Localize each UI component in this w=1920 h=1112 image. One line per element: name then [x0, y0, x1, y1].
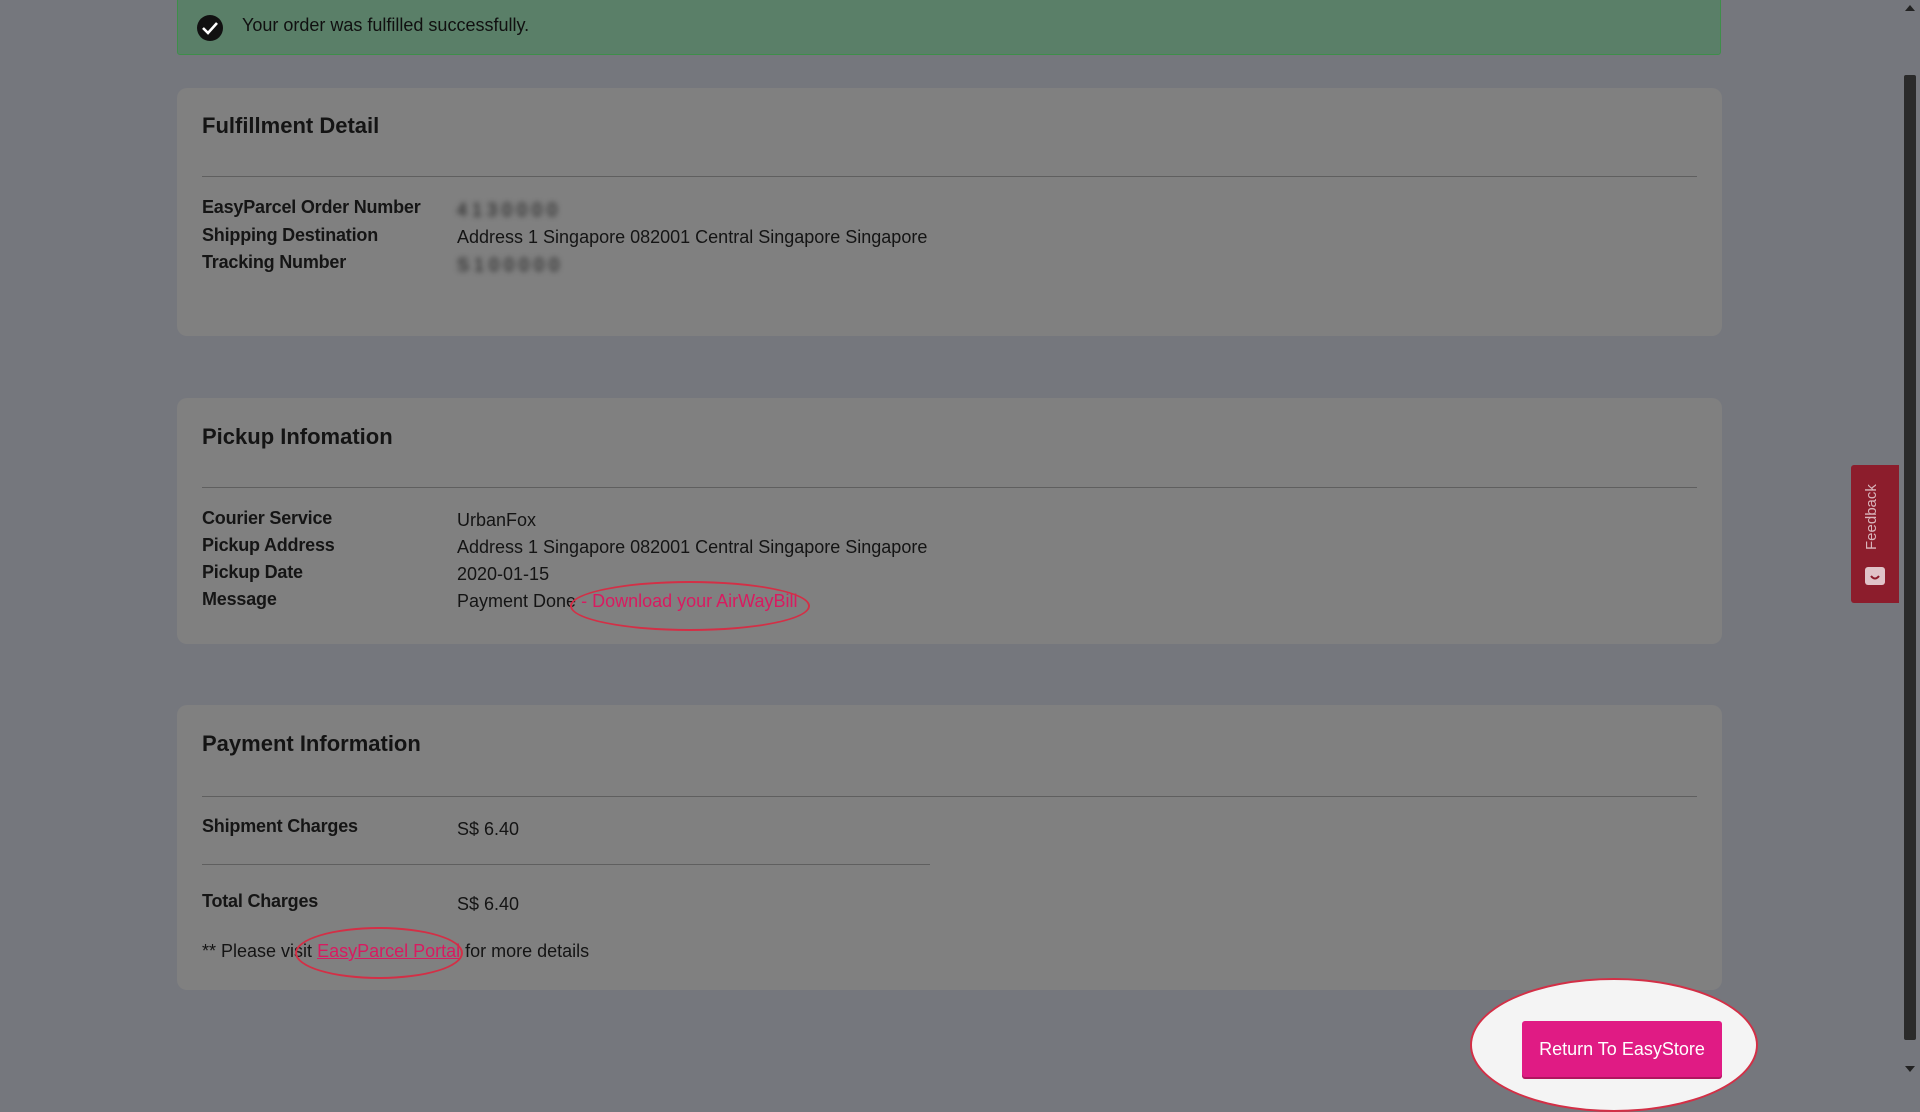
divider — [202, 487, 1697, 488]
pickup-card: Pickup Infomation Courier Service UrbanF… — [177, 398, 1722, 644]
scroll-up-arrow-icon[interactable] — [1905, 5, 1915, 11]
annotation-circle — [295, 927, 463, 979]
success-message: Your order was fulfilled successfully. — [242, 15, 530, 35]
pickup-title: Pickup Infomation — [202, 424, 393, 449]
feedback-tab[interactable]: Feedback — [1851, 465, 1899, 603]
check-circle-icon — [197, 15, 223, 41]
success-alert: Your order was fulfilled successfully. — [177, 0, 1721, 55]
divider — [202, 796, 1697, 797]
divider — [202, 176, 1697, 177]
scroll-down-arrow-icon[interactable] — [1905, 1066, 1915, 1072]
tracking-number-value: S 1 0 0 0 0 0 — [457, 255, 560, 275]
shipment-charges-label: Shipment Charges — [202, 816, 358, 836]
courier-service-label: Courier Service — [202, 508, 333, 528]
pickup-address-label: Pickup Address — [202, 535, 335, 555]
fulfillment-card: Fulfillment Detail EasyParcel Order Numb… — [177, 88, 1722, 336]
pickup-date-label: Pickup Date — [202, 562, 303, 582]
shipping-destination-label: Shipping Destination — [202, 225, 378, 245]
scrollbar-thumb[interactable] — [1904, 75, 1916, 1040]
tracking-number-label: Tracking Number — [202, 252, 347, 272]
payment-title: Payment Information — [202, 731, 421, 756]
shipment-charges-value: S$ 6.40 — [457, 819, 520, 839]
feedback-label: Feedback — [1863, 484, 1880, 550]
shipping-destination-value: Address 1 Singapore 082001 Central Singa… — [457, 227, 928, 247]
pickup-address-value: Address 1 Singapore 082001 Central Singa… — [457, 537, 928, 557]
total-charges-label: Total Charges — [202, 891, 319, 911]
annotation-circle — [570, 581, 810, 631]
order-number-label: EasyParcel Order Number — [202, 197, 421, 217]
smile-icon — [1865, 567, 1885, 585]
courier-service-value: UrbanFox — [457, 510, 537, 530]
subtotal-divider — [202, 864, 930, 865]
vertical-scrollbar[interactable] — [1900, 0, 1920, 1080]
order-number-value: 4 1 3 0 0 0 0 — [457, 200, 558, 220]
total-charges-value: S$ 6.40 — [457, 894, 520, 914]
return-to-easystore-button[interactable]: Return To EasyStore — [1522, 1021, 1722, 1077]
fulfillment-title: Fulfillment Detail — [202, 113, 380, 138]
message-text: Payment Done — [457, 591, 577, 611]
message-label: Message — [202, 589, 277, 609]
portal-note-suffix: for more details — [460, 941, 590, 961]
pickup-date-value: 2020-01-15 — [457, 564, 550, 584]
